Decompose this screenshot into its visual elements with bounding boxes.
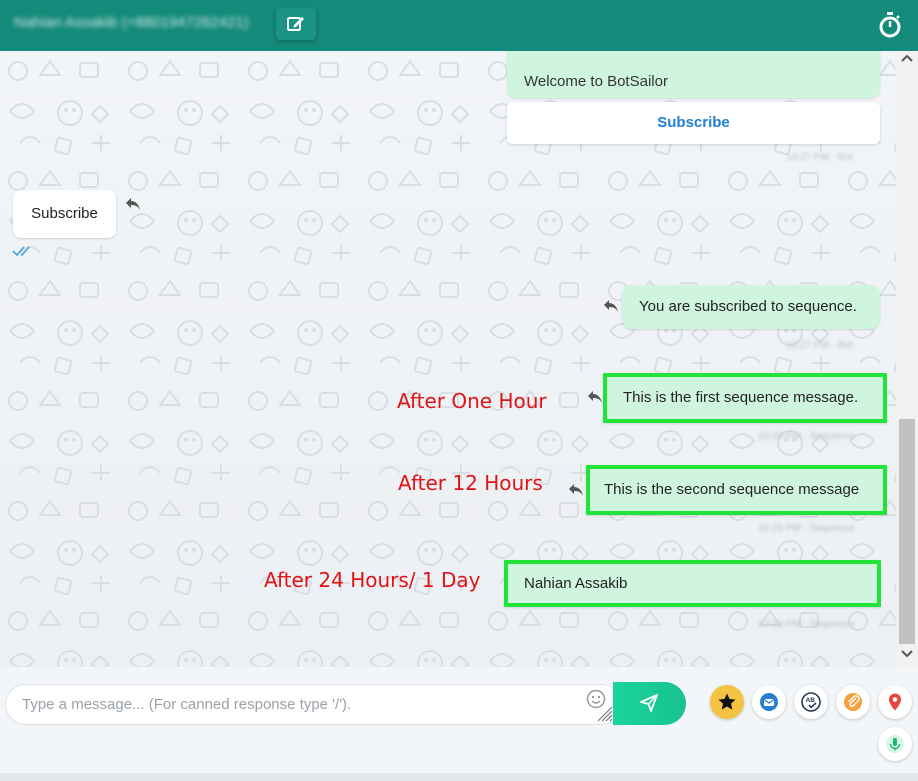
- subscribed-confirmation-bubble: You are subscribed to sequence.: [622, 285, 880, 329]
- subscribed-message-meta: 10:27 PM · Bot: [786, 340, 853, 351]
- welcome-message-bubble: Welcome to BotSailor: [507, 51, 880, 98]
- spellcheck-icon: AB: [801, 692, 821, 712]
- annotation-after-12-hours: After 12 Hours: [398, 471, 543, 495]
- attachment-button[interactable]: [836, 685, 870, 719]
- third-message-meta: 10:30 PM · Sequence: [758, 619, 855, 630]
- incoming-message-bubble: Subscribe: [13, 190, 116, 238]
- welcome-message-text: Welcome to BotSailor: [524, 73, 668, 90]
- reply-icon[interactable]: [568, 483, 584, 497]
- edit-contact-button[interactable]: [276, 8, 316, 40]
- spellcheck-button[interactable]: AB: [794, 685, 828, 719]
- second-sequence-message-bubble: This is the second sequence message: [586, 465, 887, 515]
- chevron-down-icon[interactable]: [900, 649, 914, 659]
- annotation-after-24-hours: After 24 Hours/ 1 Day: [264, 568, 481, 592]
- voice-message-button[interactable]: [878, 727, 912, 761]
- reply-icon[interactable]: [587, 390, 603, 404]
- bottom-divider: [0, 773, 918, 781]
- location-icon: [889, 693, 901, 711]
- reply-icon[interactable]: [125, 197, 141, 211]
- edit-icon: [287, 17, 304, 31]
- reply-icon[interactable]: [603, 299, 619, 313]
- star-icon: [718, 693, 736, 710]
- welcome-message-meta: 10:27 PM · Bot: [786, 152, 853, 163]
- resize-handle-icon[interactable]: [596, 705, 614, 723]
- message-input[interactable]: [5, 684, 622, 725]
- subscribe-quick-reply-button[interactable]: Subscribe: [507, 102, 880, 144]
- location-button[interactable]: [878, 685, 912, 719]
- chat-conversation[interactable]: Welcome to BotSailor Subscribe 10:27 PM …: [0, 51, 896, 667]
- paperclip-icon: [844, 693, 862, 711]
- svg-text:AB: AB: [806, 697, 816, 704]
- chat-header: Nahian Assakib (+8801947262421): [0, 0, 918, 51]
- chat-scrollbar[interactable]: [896, 51, 918, 667]
- third-sequence-message-bubble: Nahian Assakib: [504, 560, 881, 607]
- contact-name: Nahian Assakib (+8801947262421): [14, 14, 249, 31]
- envelope-icon: [760, 693, 778, 711]
- email-button[interactable]: [752, 685, 786, 719]
- send-icon: [640, 694, 658, 712]
- chevron-up-icon[interactable]: [900, 53, 914, 63]
- first-sequence-message-bubble: This is the first sequence message.: [603, 373, 887, 423]
- second-message-meta: 10:29 PM · Sequence: [758, 523, 855, 534]
- annotation-after-one-hour: After One Hour: [397, 389, 547, 413]
- timer-icon[interactable]: [878, 12, 902, 38]
- message-composer: AB: [0, 667, 918, 781]
- first-message-meta: 10:28 PM · Sequence: [758, 431, 855, 442]
- microphone-icon: [886, 735, 904, 753]
- send-button[interactable]: [613, 682, 686, 725]
- star-button[interactable]: [710, 685, 744, 719]
- scrollbar-thumb[interactable]: [899, 419, 915, 644]
- double-check-icon: [12, 246, 30, 257]
